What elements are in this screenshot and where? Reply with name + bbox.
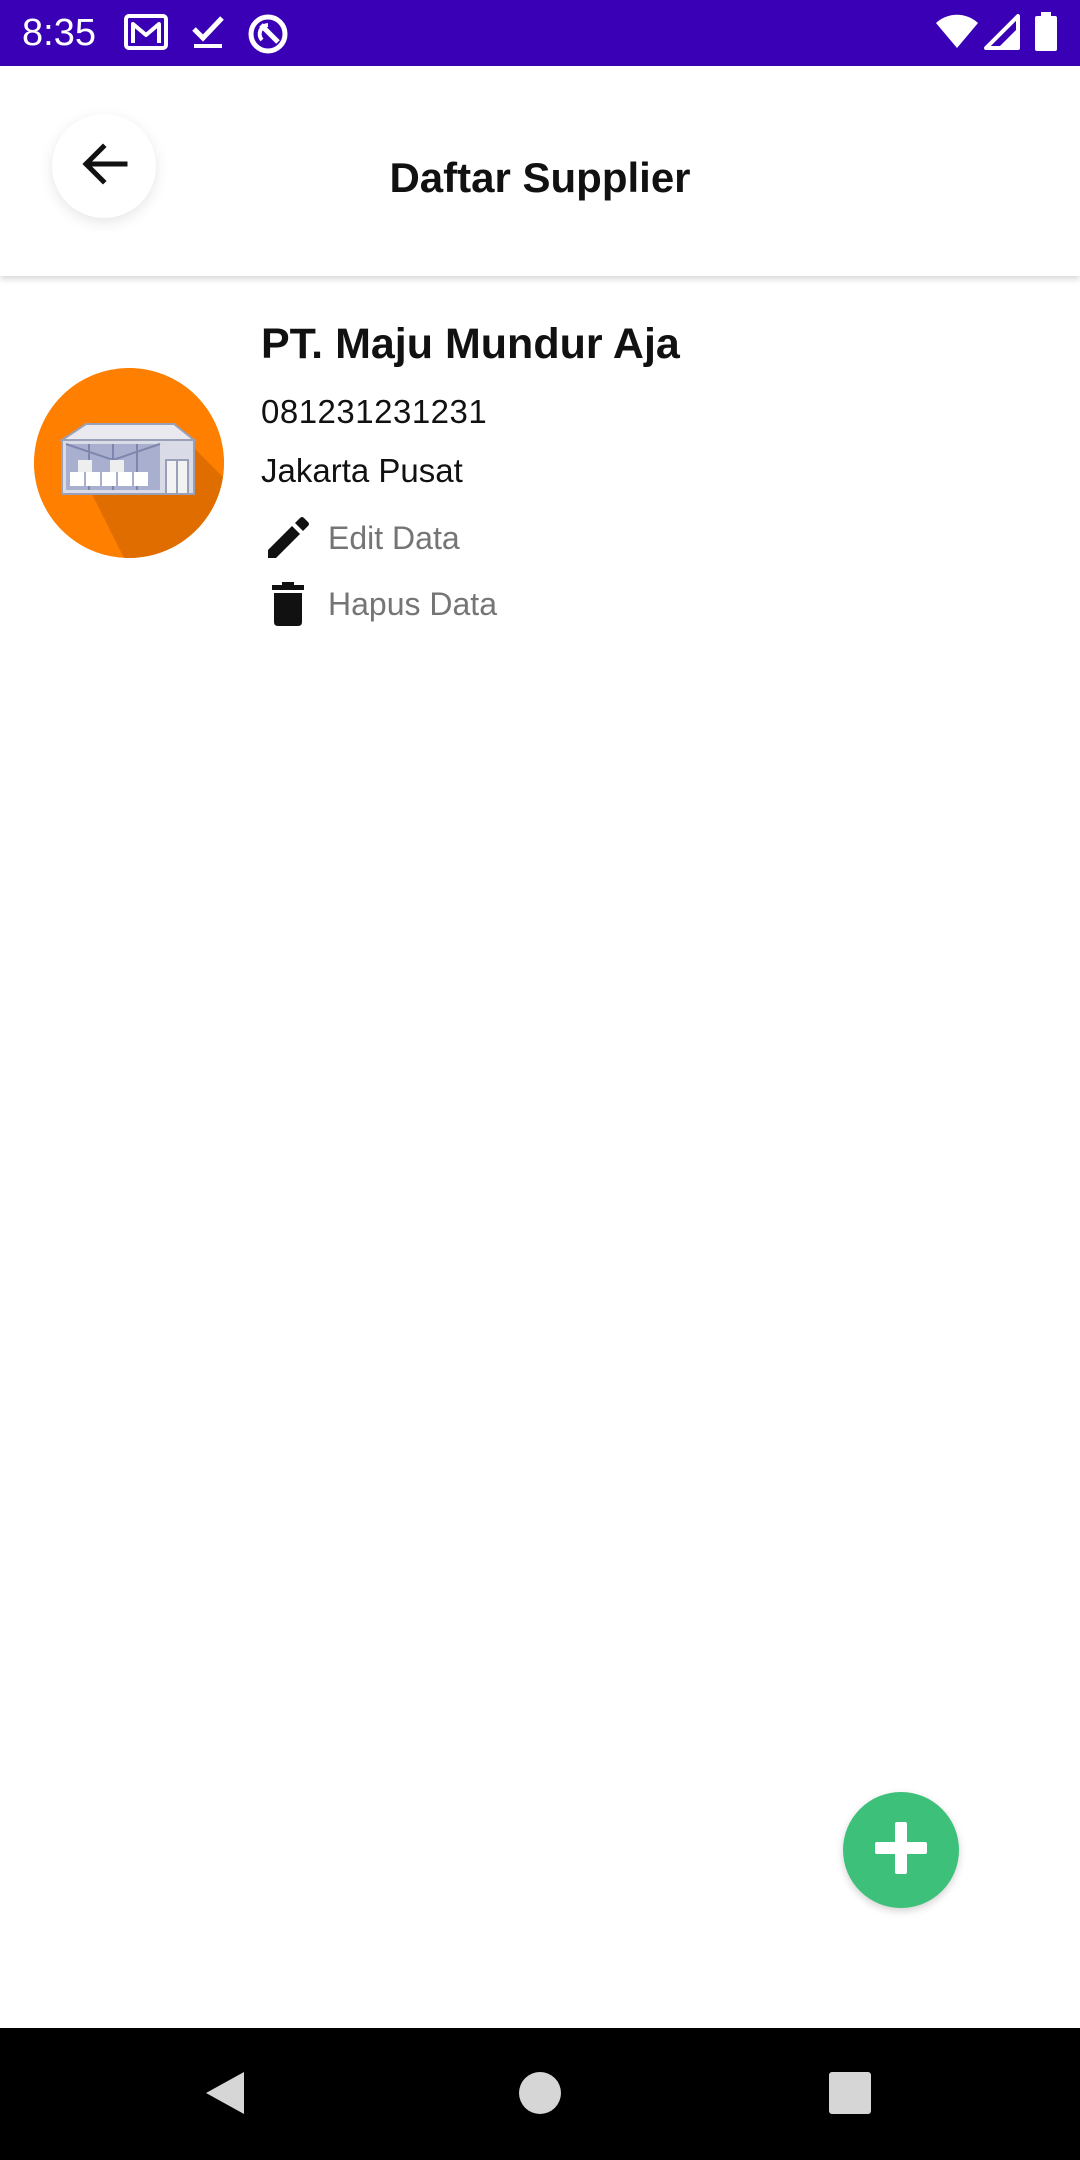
screen: 8:35 Daftar Supplier PT. Maju Mundur Aja… — [0, 0, 1080, 2160]
recents-square-icon — [827, 2070, 873, 2121]
supplier-phone: 081231231231 — [261, 393, 488, 430]
nav-back-button[interactable] — [190, 2060, 260, 2130]
signal-icon — [984, 14, 1020, 55]
supplier-address: Jakarta Pusat — [261, 452, 463, 489]
app-bar: Daftar Supplier — [0, 66, 1080, 276]
nav-home-button[interactable] — [505, 2060, 575, 2130]
warehouse-icon — [34, 368, 224, 558]
supplier-list-item[interactable]: PT. Maju Mundur Aja 081231231231 Jakarta… — [0, 300, 1080, 660]
page-title: Daftar Supplier — [389, 154, 691, 201]
wifi-icon — [934, 14, 980, 55]
pencil-icon — [261, 511, 315, 565]
supplier-name: PT. Maju Mundur Aja — [261, 320, 680, 368]
plus-icon — [869, 1816, 933, 1885]
home-circle-icon — [517, 2070, 563, 2121]
add-supplier-button[interactable] — [843, 1792, 959, 1908]
delete-data-label: Hapus Data — [328, 585, 497, 622]
edit-data-label: Edit Data — [328, 519, 460, 556]
nav-recents-button[interactable] — [815, 2060, 885, 2130]
status-bar: 8:35 — [0, 0, 1080, 66]
edit-data-button[interactable]: Edit Data — [261, 508, 460, 568]
back-triangle-icon — [200, 2068, 250, 2123]
gmail-icon — [124, 13, 168, 56]
sync-icon — [247, 13, 289, 60]
trash-icon — [261, 577, 315, 631]
status-time: 8:35 — [22, 12, 96, 54]
navigation-bar — [0, 2028, 1080, 2160]
checkmark-icon — [190, 13, 226, 56]
delete-data-button[interactable]: Hapus Data — [261, 574, 497, 634]
battery-icon — [1034, 12, 1058, 57]
